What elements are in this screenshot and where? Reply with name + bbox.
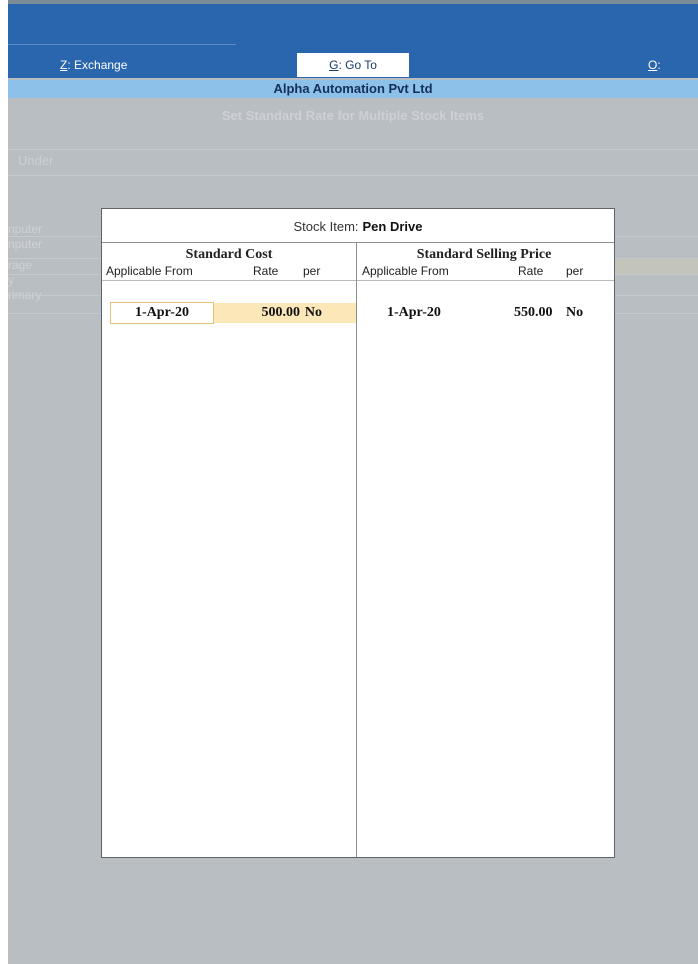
selling-per-value[interactable]: No — [566, 303, 583, 323]
app-window: Z: Exchange G: Go To O: Import Alpha Aut… — [8, 0, 698, 964]
stock-item-line: Stock Item: Pen Drive — [102, 219, 614, 234]
standard-cost-title: Standard Cost — [185, 247, 273, 262]
goto-label: : Go To — [338, 58, 377, 72]
import-shortcut-key: O — [648, 58, 658, 72]
selling-rate-value[interactable]: 550.00 — [514, 303, 553, 323]
column-divider — [356, 243, 357, 857]
header-divider — [8, 149, 698, 150]
background-list-item: rimary — [8, 288, 42, 302]
toolbar-divider — [8, 44, 236, 45]
cost-per-header: per — [303, 264, 321, 278]
exchange-button[interactable]: Z: Exchange — [60, 54, 127, 76]
popup-divider — [102, 242, 614, 243]
top-toolbar: Z: Exchange G: Go To O: Import — [8, 4, 698, 94]
import-button[interactable]: O: Import — [648, 54, 698, 94]
header-divider-bottom — [8, 175, 698, 176]
cost-per-value: No — [304, 305, 322, 320]
cost-header-divider — [102, 280, 356, 281]
selling-rate-header: Rate — [518, 264, 544, 278]
background-row-highlight — [608, 258, 698, 274]
selling-applicable-from-header: Applicable From — [362, 264, 449, 278]
standard-rate-popup: Stock Item: Pen Drive Standard Cost Stand… — [101, 208, 615, 858]
cost-rate-row[interactable]: 500.00 No — [214, 303, 356, 323]
selling-per-header: per — [566, 264, 584, 278]
company-name-bar: Alpha Automation Pvt Ltd — [8, 80, 698, 98]
background-list-item: nputer — [8, 222, 43, 236]
background-list-item: nputer — [8, 237, 43, 251]
cost-applicable-from-field[interactable]: 1-Apr-20 — [110, 302, 214, 324]
standard-selling-price-title: Standard Selling Price — [416, 247, 552, 262]
cost-rate-value: 500.00 — [261, 305, 301, 320]
screen-title: Set Standard Rate for Multiple Stock Ite… — [221, 108, 485, 123]
selling-header-divider — [357, 280, 614, 281]
goto-button[interactable]: G: Go To — [297, 53, 409, 77]
stock-item-value: Pen Drive — [362, 219, 423, 234]
cost-rate-header: Rate — [253, 264, 279, 278]
under-column-header: Under — [18, 153, 54, 168]
exchange-label: : Exchange — [67, 58, 128, 72]
background-list-item: y — [8, 273, 14, 287]
cost-applicable-from-header: Applicable From — [106, 264, 193, 278]
selling-applicable-from-field[interactable]: 1-Apr-20 — [387, 303, 441, 323]
background-list-item: rage — [8, 258, 33, 272]
stock-item-label: Stock Item: — [293, 219, 359, 234]
